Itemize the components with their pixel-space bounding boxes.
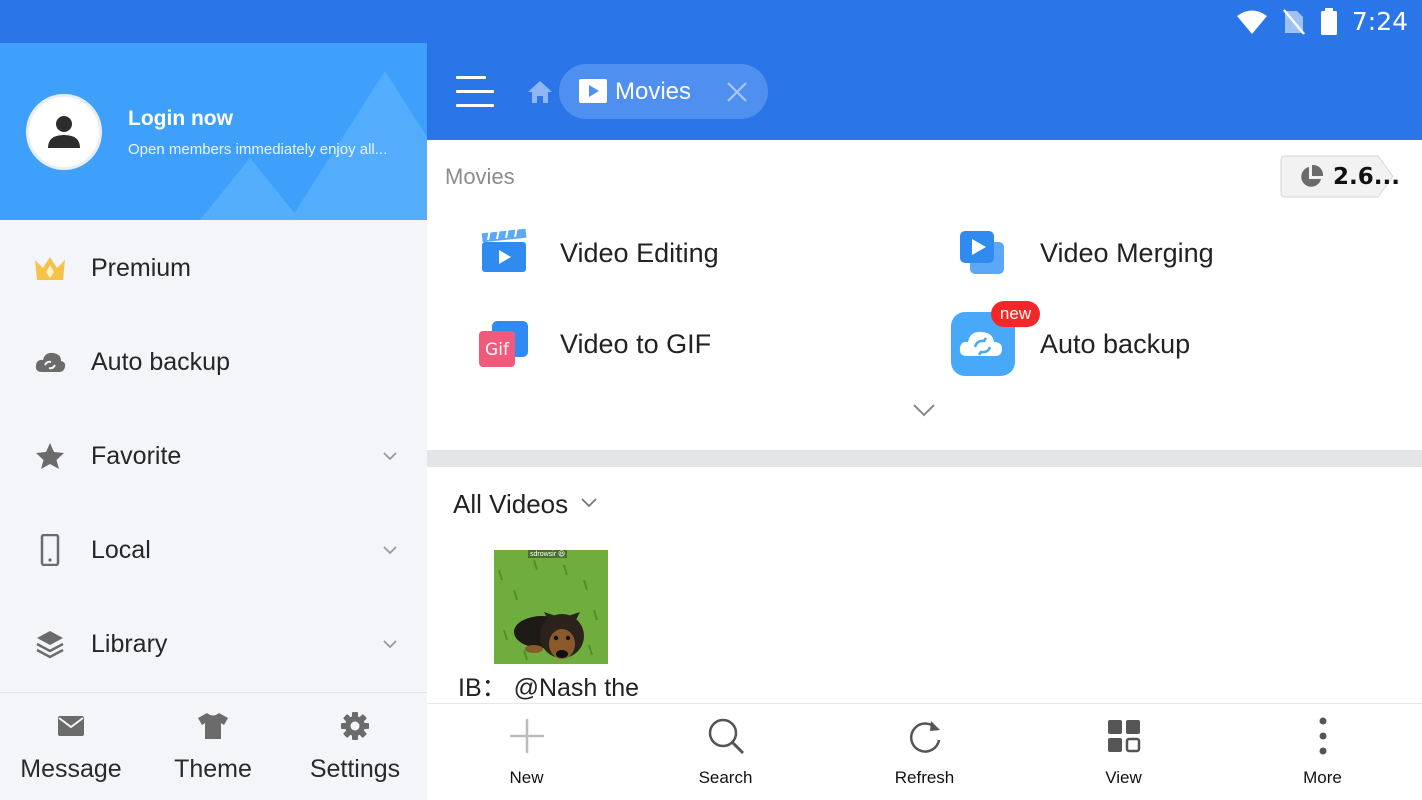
tool-label: Auto backup — [1040, 329, 1191, 359]
home-icon[interactable] — [527, 80, 553, 104]
close-icon[interactable] — [725, 80, 749, 104]
thumbnail-text: sdrowsir 😃 — [528, 550, 568, 558]
drawer-item-auto-backup[interactable]: Auto backup — [0, 315, 427, 409]
more-label: More — [1303, 768, 1342, 787]
chevron-down-icon[interactable] — [381, 447, 399, 465]
tool-video-merging[interactable]: Video Merging — [958, 224, 1338, 294]
video-editing-icon — [481, 226, 527, 272]
tab-movies[interactable]: Movies — [559, 64, 768, 119]
chevron-down-icon[interactable] — [381, 541, 399, 559]
tool-label: Video Editing — [560, 238, 719, 268]
login-subtitle: Open members immediately enjoy all... — [128, 141, 388, 158]
storage-usage-text: 2.6... — [1333, 164, 1400, 190]
layers-icon — [32, 626, 68, 662]
drawer-item-label: Library — [91, 629, 168, 658]
chevron-down-icon[interactable] — [580, 497, 598, 509]
drawer-item-label: Auto backup — [91, 347, 230, 376]
tool-label: Video Merging — [1040, 238, 1214, 268]
footer-message-button[interactable]: Message — [0, 693, 142, 800]
top-app-bar: Movies — [427, 43, 1422, 140]
drawer-footer: Message Theme Settings — [0, 692, 427, 800]
footer-label: Message — [20, 755, 122, 783]
hamburger-menu-icon[interactable] — [456, 76, 494, 108]
drawer-item-local[interactable]: Local — [0, 503, 427, 597]
navigation-drawer: Login now Open members immediately enjoy… — [0, 43, 427, 800]
refresh-label: Refresh — [894, 768, 955, 787]
view-button[interactable]: View — [1024, 704, 1223, 800]
all-videos-dropdown[interactable]: All Videos — [453, 489, 568, 520]
svg-text:Gif: Gif — [485, 340, 510, 360]
refresh-button[interactable]: Refresh — [825, 704, 1024, 800]
search-button[interactable]: Search — [626, 704, 825, 800]
envelope-icon — [54, 709, 88, 743]
dog-image — [494, 550, 608, 664]
status-bar: 7:24 — [0, 0, 1422, 43]
bottom-toolbar: New Search Refresh View More — [427, 703, 1422, 800]
section-divider — [427, 450, 1422, 467]
video-thumbnail[interactable]: sdrowsir 😃 — [494, 550, 608, 664]
avatar[interactable] — [26, 94, 102, 170]
tool-label: Video to GIF — [560, 329, 712, 359]
tool-video-to-gif[interactable]: Gif Video to GIF — [478, 315, 858, 385]
no-sim-icon — [1282, 8, 1305, 35]
tool-video-editing[interactable]: Video Editing — [480, 224, 860, 294]
plus-icon — [507, 716, 547, 756]
drawer-item-label: Premium — [91, 253, 192, 282]
grid-view-icon — [1104, 716, 1144, 756]
phone-icon — [32, 532, 68, 568]
refresh-icon — [905, 716, 945, 756]
video-caption[interactable]: IB： @Nash the — [458, 668, 668, 703]
drawer-item-premium[interactable]: Premium — [0, 221, 427, 315]
gear-icon — [338, 709, 372, 743]
search-label: Search — [698, 768, 753, 787]
drawer-item-label: Local — [91, 535, 151, 564]
shirt-icon — [196, 709, 230, 743]
footer-settings-button[interactable]: Settings — [284, 693, 426, 800]
star-icon — [32, 438, 68, 474]
crown-icon — [32, 250, 68, 286]
more-vertical-icon — [1303, 716, 1343, 756]
status-time: 7:24 — [1351, 7, 1408, 36]
login-title[interactable]: Login now — [128, 107, 233, 131]
new-button[interactable]: New — [427, 704, 626, 800]
wifi-icon — [1236, 10, 1267, 34]
new-label: New — [509, 768, 544, 787]
tab-label: Movies — [615, 78, 692, 105]
drawer-item-favorite[interactable]: Favorite — [0, 409, 427, 503]
user-icon — [48, 116, 80, 148]
drawer-item-library[interactable]: Library — [0, 597, 427, 691]
gif-icon: Gif — [479, 321, 528, 367]
chevron-down-icon[interactable] — [381, 635, 399, 653]
footer-theme-button[interactable]: Theme — [142, 693, 284, 800]
video-play-icon — [579, 79, 607, 103]
chevron-down-icon[interactable] — [912, 402, 936, 418]
footer-label: Settings — [309, 755, 401, 783]
cloud-sync-icon — [32, 344, 68, 380]
new-badge: new — [991, 301, 1040, 327]
drawer-item-label: Favorite — [91, 441, 182, 470]
view-label: View — [1105, 768, 1142, 787]
storage-usage-button[interactable]: 2.6... — [1280, 155, 1400, 198]
search-icon — [706, 716, 746, 756]
drawer-header[interactable]: Login now Open members immediately enjoy… — [0, 43, 427, 220]
battery-icon — [1320, 7, 1337, 35]
more-button[interactable]: More — [1223, 704, 1422, 800]
page-title: Movies — [445, 164, 515, 189]
footer-label: Theme — [174, 755, 252, 783]
pie-chart-icon — [1301, 164, 1324, 187]
video-merging-icon — [960, 231, 1004, 274]
